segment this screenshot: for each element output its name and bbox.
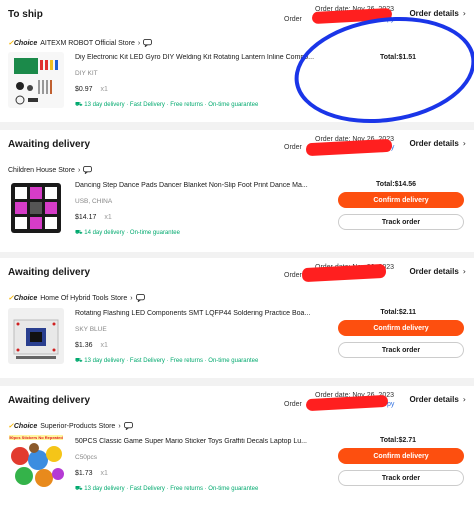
sticker-collage-image	[8, 434, 64, 490]
order-card: To ship Order date: Nov 26, 2023 Order C…	[0, 0, 474, 135]
order-number-label: Order	[284, 16, 302, 23]
order-details-link[interactable]: Order details ›	[409, 395, 466, 404]
order-card-header: Awaiting delivery Order date: Nov 26, 20…	[0, 386, 474, 416]
store-name[interactable]: Home Of Hybrid Tools Store	[40, 295, 127, 302]
message-icon[interactable]	[123, 422, 133, 430]
chevron-right-icon: ›	[77, 166, 81, 174]
product-price: $1.73 x1	[75, 470, 108, 477]
product-title[interactable]: Rotating Flashing LED Components SMT LQF…	[75, 310, 315, 317]
product-price: $0.97 x1	[75, 86, 108, 93]
store-row[interactable]: Children House Store ›	[8, 164, 93, 176]
order-details-link[interactable]: Order details ›	[409, 139, 466, 148]
chevron-right-icon: ›	[118, 422, 121, 430]
order-card-header: Awaiting delivery Order date: Nov 26, 20…	[0, 258, 474, 288]
order-total: Total:$2.11	[380, 309, 416, 316]
order-status: Awaiting delivery	[8, 139, 91, 150]
product-quantity: x1	[100, 342, 108, 349]
product-image[interactable]	[8, 180, 64, 236]
order-total: Total:$2.71	[379, 437, 416, 444]
order-status: To ship	[8, 9, 43, 20]
message-icon[interactable]	[83, 166, 93, 174]
chevron-right-icon: ›	[130, 294, 133, 302]
order-card: Awaiting delivery Order date: Nov 26, 20…	[0, 386, 474, 513]
order-number-label: Order	[284, 401, 302, 408]
delivery-info: ⛟ 13 day delivery · Fast Delivery · Free…	[75, 102, 259, 108]
order-status: Awaiting delivery	[8, 395, 91, 406]
confirm-delivery-button[interactable]: Confirm delivery	[338, 192, 464, 208]
order-status: Awaiting delivery	[8, 267, 91, 278]
track-order-button[interactable]: Track order	[338, 342, 464, 358]
product-variant: USB, CHINA	[75, 198, 113, 205]
order-card: Awaiting delivery Order date: Nov 26, 20…	[0, 258, 474, 378]
order-details-link[interactable]: Order details ›	[409, 9, 466, 18]
product-title[interactable]: Dancing Step Dance Pads Dancer Blanket N…	[75, 182, 315, 189]
product-image[interactable]	[8, 308, 64, 364]
truck-icon: ⛟	[75, 358, 83, 364]
product-price: $14.17 x1	[75, 214, 112, 221]
delivery-info: ⛟ 13 day delivery · Fast Delivery · Free…	[75, 358, 259, 364]
redaction-mark	[301, 263, 387, 283]
store-name[interactable]: AITEXM ROBOT Official Store	[40, 40, 135, 47]
product-image[interactable]	[8, 52, 64, 108]
store-name[interactable]: Superior-Products Store	[40, 423, 115, 430]
choice-badge: ✓Choice	[8, 423, 38, 430]
product-image[interactable]: 50pcs Stickers No Repeated	[8, 434, 64, 490]
track-order-button[interactable]: Track order	[338, 214, 464, 230]
track-order-button[interactable]: Track order	[338, 470, 464, 486]
choice-badge: ✓Choice	[8, 295, 38, 302]
message-icon[interactable]	[135, 294, 145, 302]
order-card: Awaiting delivery Order date: Nov 26, 20…	[0, 130, 474, 252]
confirm-delivery-button[interactable]: Confirm delivery	[338, 448, 464, 464]
truck-icon: ⛟	[75, 230, 83, 236]
order-details-link[interactable]: Order details ›	[409, 267, 466, 276]
delivery-info: ⛟ 13 day delivery · Fast Delivery · Free…	[75, 486, 259, 492]
thumbnail-caption: 50pcs Stickers No Repeated	[9, 435, 63, 440]
order-total: Total:$14.56	[376, 181, 416, 188]
product-quantity: x1	[100, 470, 108, 477]
product-price: $1.36 x1	[75, 342, 108, 349]
product-quantity: x1	[104, 214, 112, 221]
product-quantity: x1	[100, 86, 108, 93]
store-row[interactable]: ✓Choice Superior-Products Store ›	[8, 420, 133, 432]
order-number-label: Order	[284, 144, 302, 151]
store-row[interactable]: ✓Choice AITEXM ROBOT Official Store ›	[8, 37, 153, 49]
confirm-delivery-button[interactable]: Confirm delivery	[338, 320, 464, 336]
order-number-label: Order	[284, 272, 302, 279]
store-name[interactable]: Children House Store	[8, 167, 75, 174]
choice-badge: ✓Choice	[8, 40, 38, 47]
message-icon[interactable]	[143, 39, 153, 47]
product-variant: DIY KIT	[75, 70, 98, 77]
delivery-info: ⛟ 14 day delivery · On-time guarantee	[75, 230, 180, 236]
order-card-header: Awaiting delivery Order date: Nov 26, 20…	[0, 130, 474, 160]
product-variant: SKY BLUE	[75, 326, 107, 333]
product-title[interactable]: 50PCS Classic Game Super Mario Sticker T…	[75, 438, 315, 445]
truck-icon: ⛟	[75, 486, 83, 492]
chevron-right-icon: ›	[137, 39, 141, 47]
product-title[interactable]: Diy Electronic Kit LED Gyro DIY Welding …	[75, 54, 315, 61]
store-row[interactable]: ✓Choice Home Of Hybrid Tools Store ›	[8, 292, 145, 304]
truck-icon: ⛟	[75, 102, 83, 108]
product-variant: C50pcs	[75, 454, 98, 461]
